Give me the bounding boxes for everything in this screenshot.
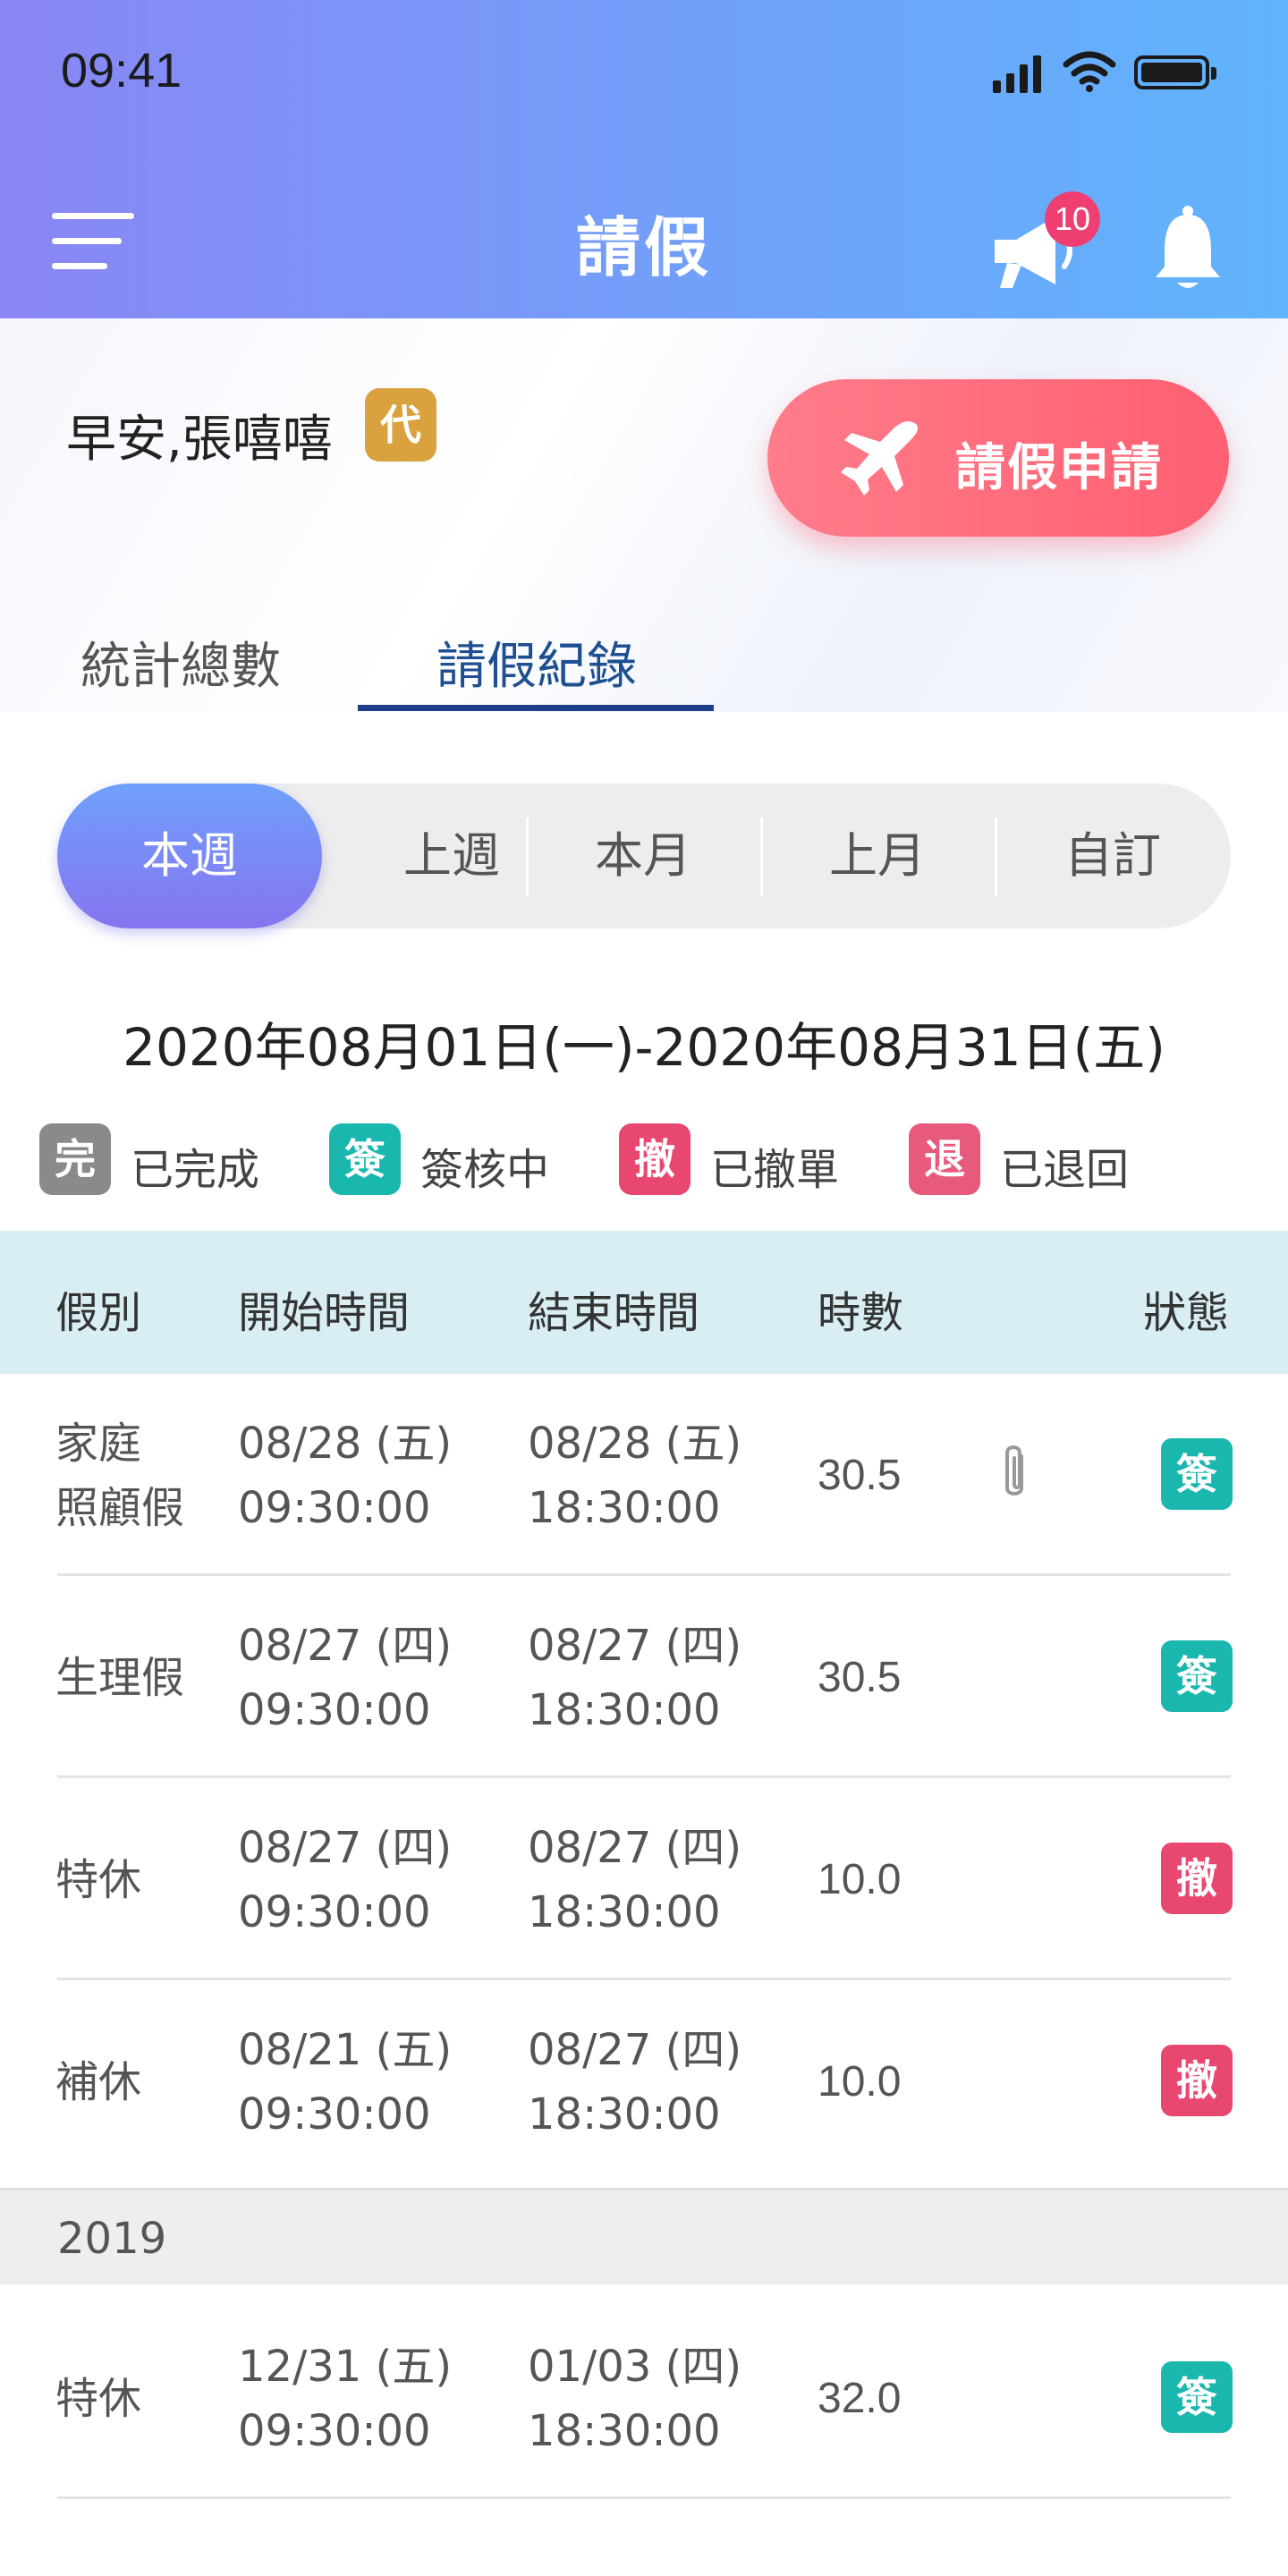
table-row[interactable]: 生理假 08/27 (四) 09:30:00 08/27 (四) 18:30:0… [0, 1576, 1288, 1778]
table-row[interactable]: 特休 08/27 (四) 09:30:00 08/27 (四) 18:30:00… [0, 1778, 1288, 1980]
header-end-time: 結束時間 [528, 1288, 700, 1338]
period-custom[interactable]: 自訂 [995, 784, 1231, 928]
status-badge[interactable]: 簽 [1161, 1640, 1233, 1712]
start-date: 08/21 (五) [238, 2025, 453, 2075]
header-hours: 時數 [818, 1288, 904, 1338]
period-this-week[interactable]: 本週 [57, 784, 322, 928]
wifi-icon [1063, 51, 1116, 92]
legend-cancelled: 撤 已撤單 [619, 1123, 852, 1195]
page-title: 請假 [575, 210, 712, 285]
period-this-month[interactable]: 本月 [526, 784, 760, 928]
hours: 30.5 [818, 1452, 902, 1499]
end-time: 18:30:00 [528, 1483, 721, 1533]
end-time: 18:30:00 [528, 2089, 721, 2140]
proxy-badge: 代 [365, 388, 436, 462]
leave-type: 補休 [55, 2057, 142, 2107]
table-header: 假別 開始時間 結束時間 時數 狀態 [0, 1231, 1288, 1374]
end-date: 08/27 (四) [528, 1621, 742, 1671]
leave-type: 家庭 [55, 1419, 142, 1469]
leave-type: 特休 [55, 1855, 142, 1905]
legend-label: 已完成 [131, 1145, 260, 1195]
legend-label: 已撤單 [710, 1145, 840, 1195]
table-row[interactable]: 特休 12/31 (五) 09:30:00 01/03 (四) 18:30:00… [0, 2297, 1288, 2499]
apply-leave-label: 請假申請 [955, 439, 1163, 497]
greeting-text: 早安,張嘻嘻 [66, 411, 333, 469]
legend-signing: 簽 簽核中 [329, 1123, 562, 1195]
row-divider [57, 2496, 1231, 2499]
legend-returned: 退 已退回 [909, 1123, 1141, 1195]
notification-count-badge: 10 [1045, 191, 1100, 247]
active-tab-indicator [358, 705, 714, 711]
year-label: 2019 [57, 2214, 167, 2264]
legend-badge: 撤 [619, 1123, 691, 1195]
app-header: 09:41 請假 10 [0, 0, 1288, 318]
signal-icon [993, 54, 1045, 93]
legend-badge: 簽 [329, 1123, 401, 1195]
start-time: 09:30:00 [238, 1685, 431, 1735]
menu-icon[interactable] [52, 213, 134, 272]
status-icons [993, 50, 1216, 93]
start-date: 12/31 (五) [238, 2342, 453, 2392]
start-time: 09:30:00 [238, 1887, 431, 1937]
leave-type: 生理假 [55, 1653, 185, 1703]
end-date: 08/28 (五) [528, 1419, 742, 1469]
bell-icon[interactable] [1152, 204, 1224, 293]
end-date: 08/27 (四) [528, 1823, 742, 1873]
status-badge[interactable]: 簽 [1161, 2361, 1233, 2433]
start-time: 09:30:00 [238, 2406, 431, 2456]
status-badge[interactable]: 簽 [1161, 1438, 1233, 1510]
table-row[interactable]: 補休 08/21 (五) 09:30:00 08/27 (四) 18:30:00… [0, 1980, 1288, 2182]
hours: 32.0 [818, 2375, 902, 2422]
hours: 10.0 [818, 1856, 902, 1903]
start-date: 08/27 (四) [238, 1621, 453, 1671]
end-time: 18:30:00 [528, 2406, 721, 2456]
leave-type: 照顧假 [55, 1483, 185, 1533]
table-row[interactable]: 家庭 照顧假 08/28 (五) 09:30:00 08/28 (五) 18:3… [0, 1374, 1288, 1576]
end-date: 01/03 (四) [528, 2342, 742, 2392]
tab-statistics[interactable]: 統計總數 [80, 626, 281, 699]
end-time: 18:30:00 [528, 1685, 721, 1735]
status-badge[interactable]: 撤 [1161, 2045, 1233, 2116]
hours: 10.0 [818, 2058, 902, 2106]
legend-label: 簽核中 [420, 1145, 550, 1195]
status-time: 09:41 [61, 44, 182, 97]
end-date: 08/27 (四) [528, 2025, 742, 2075]
status-badge[interactable]: 撤 [1161, 1843, 1233, 1914]
end-time: 18:30:00 [528, 1887, 721, 1937]
tab-leave-records[interactable]: 請假紀錄 [436, 626, 637, 699]
legend-completed: 完 已完成 [39, 1123, 272, 1195]
hours: 30.5 [818, 1654, 902, 1701]
legend-badge: 退 [909, 1123, 980, 1195]
header-status: 狀態 [1143, 1288, 1230, 1338]
start-date: 08/28 (五) [238, 1419, 453, 1469]
year-group-header: 2019 [0, 2188, 1288, 2284]
start-time: 09:30:00 [238, 2089, 431, 2140]
period-filter: 上週 本月 上月 自訂 本週 [57, 784, 1231, 928]
period-last-month[interactable]: 上月 [760, 784, 995, 928]
header-start-time: 開始時間 [238, 1288, 411, 1338]
date-range: 2020年08月01日(一)-2020年08月31日(五) [123, 1017, 1165, 1078]
battery-icon [1134, 55, 1216, 89]
leave-type: 特休 [55, 2374, 142, 2424]
airplane-icon [841, 421, 919, 496]
paperclip-icon[interactable] [995, 1442, 1034, 1504]
header-type: 假別 [55, 1288, 142, 1338]
apply-leave-button[interactable]: 請假申請 [767, 379, 1229, 537]
legend-label: 已退回 [1000, 1145, 1130, 1195]
start-time: 09:30:00 [238, 1483, 431, 1533]
start-date: 08/27 (四) [238, 1823, 453, 1873]
legend-badge: 完 [39, 1123, 111, 1195]
